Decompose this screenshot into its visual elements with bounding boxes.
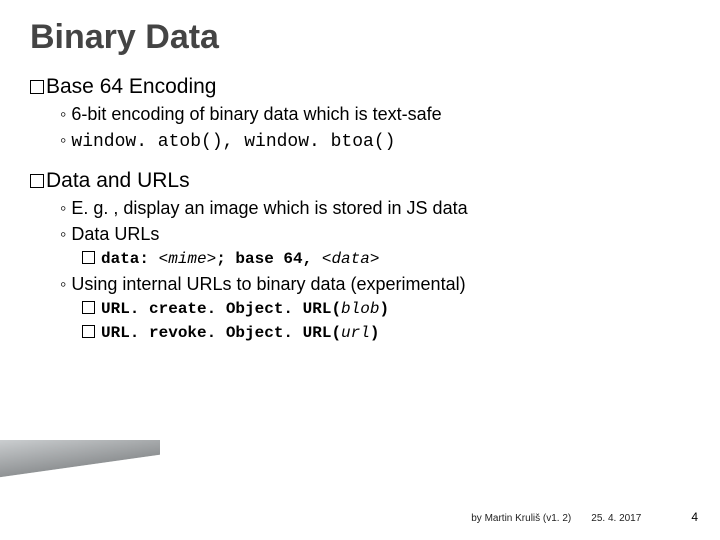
sub-text: Data URLs: [71, 224, 159, 244]
footer-date: 25. 4. 2017: [591, 513, 641, 524]
slide: Binary Data Base 64 Encoding 6-bit encod…: [0, 0, 720, 540]
code-arg: blob: [341, 300, 379, 318]
code-mid: ; base 64,: [216, 250, 322, 268]
section-data-urls: Data and URLs E. g. , display an image w…: [30, 169, 690, 345]
subsub-item: data: <mime>; base 64, <data>: [82, 247, 690, 271]
sub-text: Using internal URLs to binary data (expe…: [71, 274, 465, 294]
sub-item: Data URLs: [60, 221, 690, 247]
slide-title: Binary Data: [30, 18, 690, 57]
sub-text: E. g. , display an image which is stored…: [71, 198, 467, 218]
sub-item: Using internal URLs to binary data (expe…: [60, 271, 690, 297]
bullet-box-icon: [30, 174, 44, 188]
code-suffix: ): [379, 300, 389, 318]
heading-strong: Data: [46, 169, 90, 192]
subsub-item: URL. revoke. Object. URL(url): [82, 321, 690, 345]
heading-strong: Base 64: [46, 75, 123, 98]
code-prefix: URL. revoke. Object. URL(: [101, 324, 341, 342]
code-italic: <data>: [322, 250, 380, 268]
subsub-item: URL. create. Object. URL(blob): [82, 297, 690, 321]
footer: by Martin Kruliš (v1. 2) 25. 4. 2017 4: [471, 510, 698, 524]
heading-rest: and URLs: [90, 169, 189, 192]
sub-item: 6-bit encoding of binary data which is t…: [60, 101, 690, 127]
sub-list: Using internal URLs to binary data (expe…: [60, 271, 690, 297]
sub-item: E. g. , display an image which is stored…: [60, 195, 690, 221]
page-number: 4: [691, 510, 698, 524]
section-base64: Base 64 Encoding 6-bit encoding of binar…: [30, 75, 690, 155]
section-heading: Data and URLs: [30, 169, 690, 193]
code-arg: url: [341, 324, 370, 342]
footer-author: by Martin Kruliš (v1. 2): [471, 513, 571, 524]
code-text: window. atob(), window. btoa(): [71, 132, 395, 152]
sub-item: window. atob(), window. btoa(): [60, 127, 690, 155]
code-italic: <mime>: [159, 250, 217, 268]
code-suffix: ): [370, 324, 380, 342]
sub-text: 6-bit encoding of binary data which is t…: [71, 104, 441, 124]
heading-rest: Encoding: [123, 75, 216, 98]
code-prefix: data:: [101, 250, 159, 268]
subsub-list: data: <mime>; base 64, <data>: [82, 247, 690, 271]
decorative-wedge: [0, 440, 160, 480]
bullet-box-icon: [30, 80, 44, 94]
subsub-list: URL. create. Object. URL(blob) URL. revo…: [82, 297, 690, 345]
sub-list: E. g. , display an image which is stored…: [60, 195, 690, 247]
sub-list: 6-bit encoding of binary data which is t…: [60, 101, 690, 155]
code-prefix: URL. create. Object. URL(: [101, 300, 341, 318]
section-heading: Base 64 Encoding: [30, 75, 690, 99]
